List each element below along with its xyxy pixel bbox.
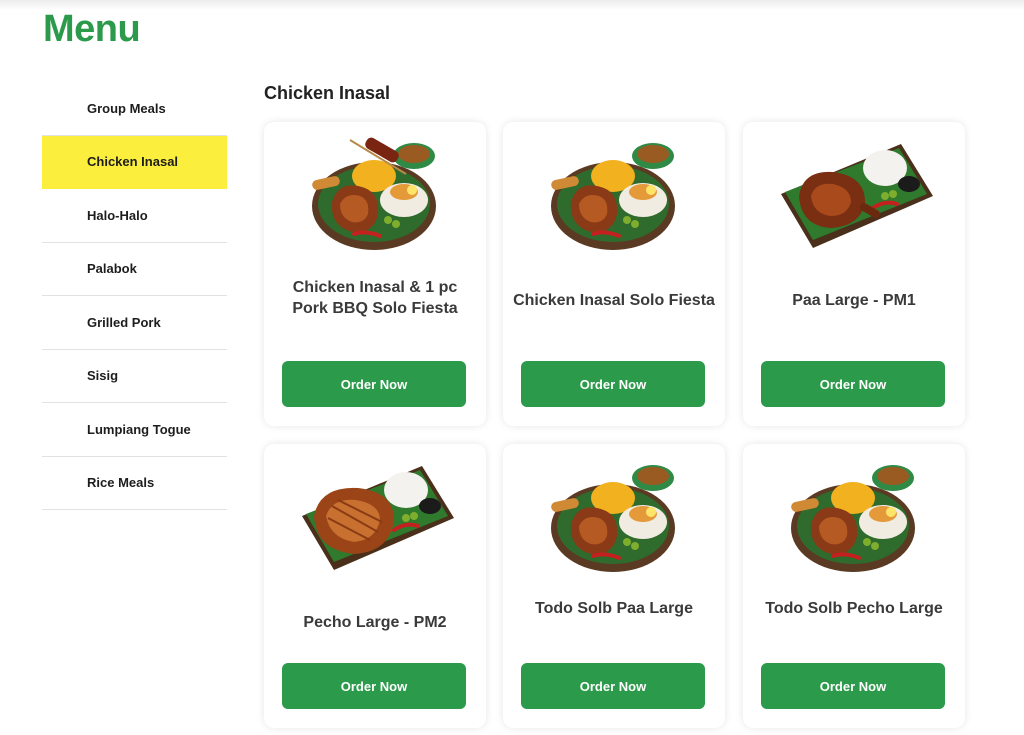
sidebar-item-palabok[interactable]: Palabok [42,243,227,296]
product-card-4[interactable]: Pecho Large - PM2 Order Now [264,444,486,728]
order-now-button[interactable]: Order Now [282,663,466,709]
order-now-button[interactable]: Order Now [282,361,466,407]
product-name: Chicken Inasal & 1 pc Pork BBQ Solo Fies… [292,279,458,317]
product-card-5[interactable]: Todo Solb Paa Large Order Now [503,444,725,728]
sidebar-item-sisig[interactable]: Sisig [42,350,227,403]
order-now-button[interactable]: Order Now [761,361,945,407]
top-shadow [0,0,1024,10]
sidebar-item-group-meals[interactable]: Group Meals [42,82,227,136]
meal-image-round-plate-icon [548,141,677,252]
meal-image-round-plate-with-bbq-icon [309,134,438,252]
order-now-button[interactable]: Order Now [521,663,705,709]
meal-image-round-plate-icon [548,463,677,574]
category-sidebar: Group Meals Chicken Inasal Halo-Halo Pal… [42,82,227,510]
sidebar-item-chicken-inasal[interactable]: Chicken Inasal [42,135,227,189]
sidebar-item-lumpiang-togue[interactable]: Lumpiang Togue [42,403,227,457]
product-card-3[interactable]: Paa Large - PM1 Order Now [743,122,965,426]
product-name: Pecho Large - PM2 [303,614,447,631]
meal-image-tray-chicken-breast-icon [300,464,456,572]
product-name: Todo Solb Paa Large [535,600,693,617]
order-now-button[interactable]: Order Now [521,361,705,407]
order-now-button[interactable]: Order Now [761,663,945,709]
section-title: Chicken Inasal [264,83,391,103]
product-card-1[interactable]: Chicken Inasal & 1 pc Pork BBQ Solo Fies… [264,122,486,426]
meal-image-round-plate-icon [788,463,917,574]
product-name: Paa Large - PM1 [792,292,916,309]
product-name: Todo Solb Pecho Large [765,600,943,617]
product-name: Chicken Inasal Solo Fiesta [513,292,715,309]
sidebar-item-halo-halo[interactable]: Halo-Halo [42,189,227,243]
meal-image-tray-chicken-leg-icon [779,142,935,250]
page-title: Menu [43,8,141,50]
sidebar-item-grilled-pork[interactable]: Grilled Pork [42,296,227,350]
product-card-2[interactable]: Chicken Inasal Solo Fiesta Order Now [503,122,725,426]
product-card-6[interactable]: Todo Solb Pecho Large Order Now [743,444,965,728]
sidebar-item-rice-meals[interactable]: Rice Meals [42,457,227,510]
